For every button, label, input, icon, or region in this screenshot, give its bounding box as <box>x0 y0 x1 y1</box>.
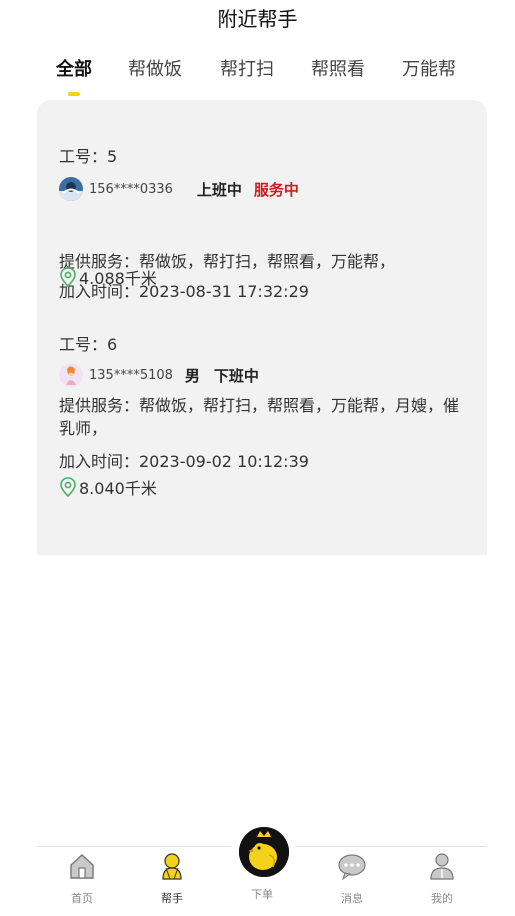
helper-user-row: 156****0336 上班中 服务中 <box>59 176 299 202</box>
order-fab-button[interactable] <box>231 819 295 883</box>
helper-card[interactable]: 工号：6 135****5108 男 下班中 提供服务：帮做饭，帮打扫，帮照看，… <box>59 328 479 498</box>
tab-cleaning[interactable]: 帮打扫 <box>214 52 280 88</box>
tab-cooking[interactable]: 帮做饭 <box>122 52 188 88</box>
nav-messages-label: 消息 <box>341 892 363 905</box>
page-title: 附近帮手 <box>217 7 298 31</box>
avatar <box>59 177 83 201</box>
nav-order-label: 下单 <box>251 888 273 901</box>
tab-all[interactable]: 全部 <box>52 52 96 88</box>
nav-messages[interactable]: 消息 <box>322 851 382 906</box>
order-icon <box>239 827 289 877</box>
nav-profile-label: 我的 <box>431 892 453 905</box>
nav-home[interactable]: 首页 <box>52 851 112 906</box>
helper-user-row: 135****5108 男 下班中 <box>59 362 271 388</box>
helper-id: 工号：6 <box>59 335 118 354</box>
person-icon <box>430 853 454 880</box>
nav-profile[interactable]: 我的 <box>412 851 472 906</box>
helper-distance: 8.040千米 <box>79 479 157 498</box>
work-status: 上班中 <box>196 180 242 199</box>
nav-helpers[interactable]: 帮手 <box>142 851 202 906</box>
helper-icon <box>162 853 182 880</box>
helper-list: 工号：5 156****0336 上班中 服务中 提供服务：帮做饭，帮打扫，帮照… <box>37 100 487 555</box>
tab-caretaking[interactable]: 帮照看 <box>305 52 371 88</box>
helper-joined-time: 加入时间：2023-09-02 10:12:39 <box>59 452 309 471</box>
service-status-badge: 服务中 <box>253 180 299 199</box>
location-pin-icon <box>60 477 76 497</box>
header-bar: 附近帮手 <box>0 0 515 40</box>
helper-phone: 156****0336 <box>89 181 173 197</box>
helper-distance: 4.088千米 <box>79 269 157 288</box>
active-tab-indicator <box>68 92 80 96</box>
tab-all-purpose[interactable]: 万能帮 <box>396 52 462 88</box>
nav-helpers-label: 帮手 <box>161 892 183 905</box>
chat-bubble-icon <box>338 854 366 881</box>
helper-gender: 男 <box>184 366 200 385</box>
helper-services: 提供服务：帮做饭，帮打扫，帮照看，万能帮，月嫂，催乳师， <box>59 396 460 438</box>
nav-home-label: 首页 <box>71 892 93 905</box>
avatar <box>59 363 83 387</box>
location-pin-icon <box>60 267 76 287</box>
helper-phone: 135****5108 <box>89 367 173 383</box>
work-status: 下班中 <box>213 366 259 385</box>
house-icon <box>70 854 94 879</box>
helper-id: 工号：5 <box>59 147 118 166</box>
